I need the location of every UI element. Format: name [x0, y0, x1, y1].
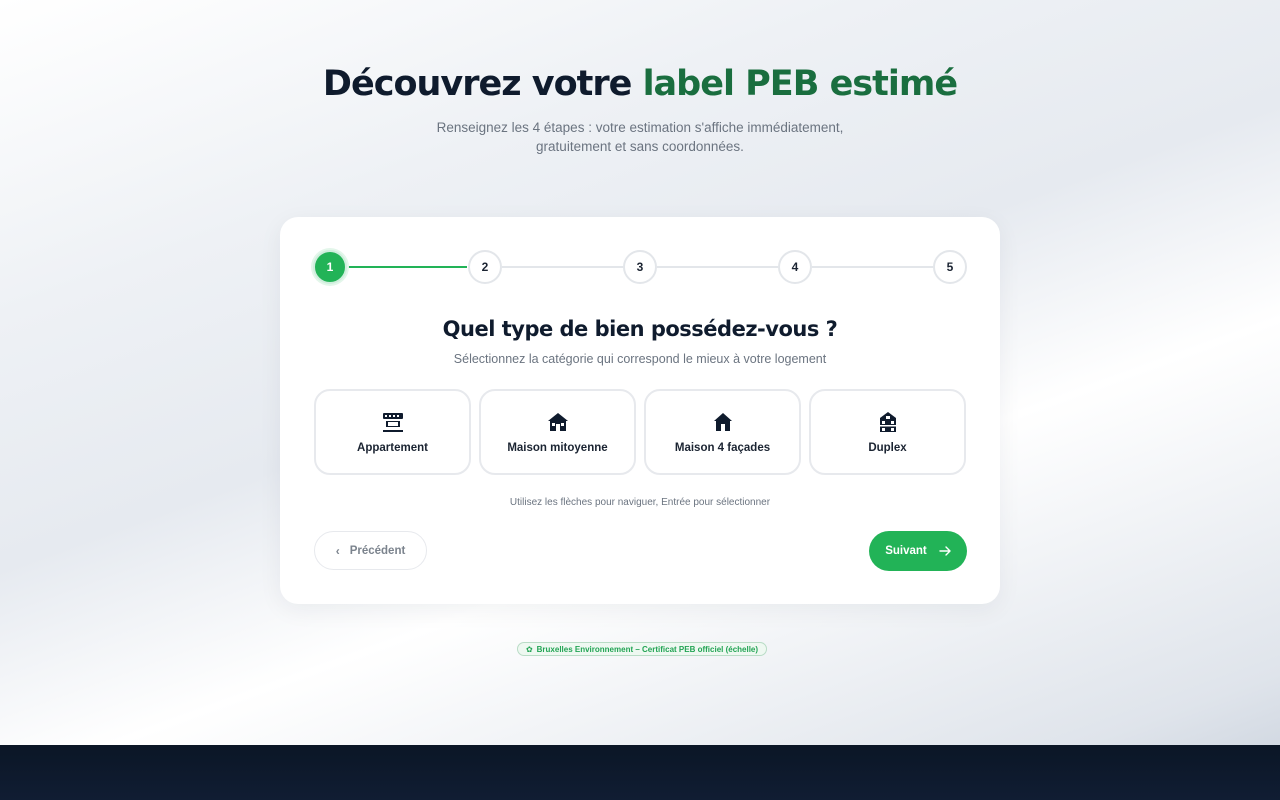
option-label: Duplex [868, 442, 907, 454]
option-label: Maison 4 façades [674, 442, 771, 454]
option-label: Maison mitoyenne [507, 442, 608, 454]
option-appartement[interactable]: Appartement [314, 389, 471, 475]
step-5[interactable]: 5 [933, 250, 967, 284]
source-badge-text: Bruxelles Environnement – Certificat PEB… [536, 644, 759, 654]
page-subtitle: Renseignez les 4 étapes : votre estimati… [436, 120, 844, 154]
leaf-icon: ✿ [525, 644, 533, 654]
previous-label: Précédent [349, 544, 406, 557]
detached-house-icon [713, 413, 732, 431]
arrow-right-icon [939, 546, 951, 556]
hero-section: Découvrez votre label PEB estimé Renseig… [0, 64, 1280, 156]
next-label: Suivant [885, 545, 927, 557]
chevron-left-icon: ‹ [335, 543, 340, 558]
stepper-line-2 [502, 266, 623, 268]
next-button[interactable]: Suivant [869, 531, 967, 571]
question-title: Quel type de bien possédez-vous ? [442, 317, 838, 341]
stepper-line-3 [657, 266, 778, 268]
option-label: Appartement [357, 442, 428, 454]
duplex-icon [879, 412, 896, 432]
stepper-line-4 [812, 266, 933, 268]
option-duplex[interactable]: Duplex [809, 389, 966, 475]
keyboard-hint: Utilisez les flèches pour naviguer, Entr… [509, 497, 771, 508]
previous-button[interactable]: ‹ Précédent [314, 531, 427, 570]
option-maison-4-facades[interactable]: Maison 4 façades [644, 389, 801, 475]
question-subtitle: Sélectionnez la catégorie qui correspond… [453, 352, 827, 366]
title-accent: label PEB estimé [642, 64, 959, 104]
step-2[interactable]: 2 [468, 250, 502, 284]
source-badge: ✿ Bruxelles Environnement – Certificat P… [517, 642, 767, 656]
wizard-card: 1 2 3 4 5 Quel type de bien possédez-vou… [280, 217, 1000, 604]
step-4[interactable]: 4 [778, 250, 812, 284]
step-3[interactable]: 3 [623, 250, 657, 284]
house-icon [547, 413, 568, 431]
page-title: Découvrez votre label PEB estimé [322, 64, 959, 104]
apartment-icon [382, 413, 403, 432]
stepper: 1 2 3 4 5 [313, 250, 967, 284]
footer [0, 745, 1280, 800]
stepper-line-1 [347, 266, 467, 268]
step-1[interactable]: 1 [313, 250, 347, 284]
option-maison-mitoyenne[interactable]: Maison mitoyenne [479, 389, 636, 475]
property-type-options: Appartement Maison mitoyenne Maison 4 fa… [314, 389, 966, 475]
